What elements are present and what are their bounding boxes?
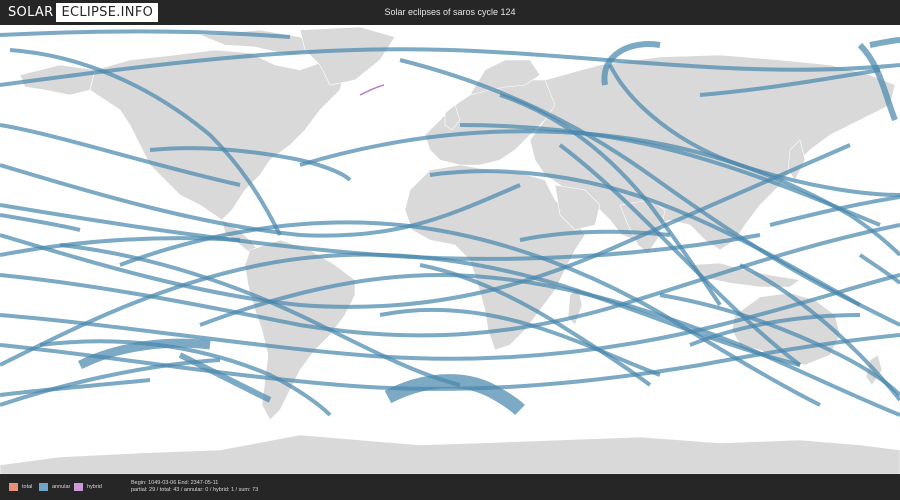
antarctica bbox=[0, 434, 900, 474]
stats-begin-end: Begin: 1049-03-06 End: 2347-05-11 bbox=[131, 480, 219, 486]
hybrid-eclipse-path bbox=[359, 84, 385, 96]
eclipse-path bbox=[769, 195, 900, 227]
annular-swatch bbox=[39, 483, 48, 491]
hybrid-swatch bbox=[74, 483, 83, 491]
legend-label-total: total bbox=[22, 484, 33, 490]
top-bar: SOLAR ECLIPSE.INFO Solar eclipses of sar… bbox=[0, 0, 900, 25]
bottom-bar: total annular hybrid Begin: 1049-03-06 E… bbox=[0, 474, 900, 500]
legend-total: total bbox=[9, 483, 32, 491]
eclipse-map-svg bbox=[0, 26, 900, 474]
total-swatch bbox=[9, 483, 18, 491]
legend-label-annular: annular bbox=[52, 484, 71, 490]
page-title: Solar eclipses of saros cycle 124 bbox=[384, 7, 516, 17]
legend-hybrid: hybrid bbox=[74, 483, 102, 491]
legend-annular: annular bbox=[39, 483, 70, 491]
eclipse-path bbox=[869, 37, 900, 48]
saros-stats: Begin: 1049-03-06 End: 2347-05-11 partia… bbox=[131, 480, 258, 494]
eclipse-path bbox=[0, 29, 291, 39]
north-america bbox=[89, 49, 346, 221]
stats-counts: partial: 29 / total: 43 / annular: 0 / h… bbox=[131, 487, 259, 493]
world-map bbox=[0, 25, 900, 474]
legend-label-hybrid: hybrid bbox=[87, 484, 102, 490]
